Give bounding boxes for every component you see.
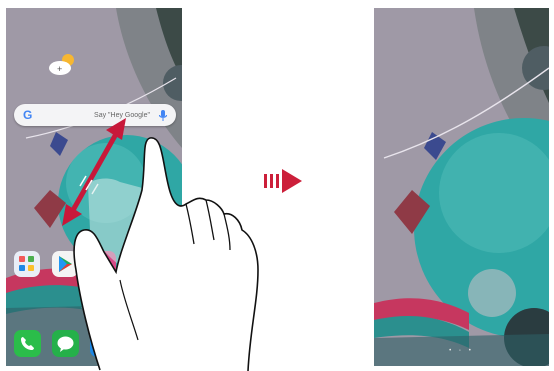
page-indicator: • ◦ • (81, 306, 107, 312)
svg-text:+: + (57, 64, 62, 74)
dock (14, 330, 182, 358)
search-hint: Say "Hey Google" (94, 111, 150, 119)
wallpaper (6, 8, 182, 366)
wallpaper (374, 8, 549, 366)
settings-icon[interactable] (128, 251, 154, 277)
next-arrow-icon (264, 169, 302, 193)
phone-icon[interactable] (14, 330, 41, 357)
weather-icon[interactable]: + (46, 50, 82, 80)
home-app-row (14, 251, 182, 277)
folder-icon[interactable] (14, 251, 40, 277)
gallery-icon[interactable] (128, 330, 155, 357)
home-screen-before: + G Say "Hey Google" • ◦ • (6, 8, 182, 366)
camera-icon[interactable] (90, 330, 117, 357)
mic-icon[interactable] (156, 108, 170, 122)
page-indicator: • ◦ • (449, 348, 474, 354)
google-logo: G (23, 108, 33, 122)
messages-icon[interactable] (52, 330, 79, 357)
play-store-icon[interactable] (52, 251, 78, 277)
home-screen-after: • ◦ • (374, 8, 549, 366)
app-icon[interactable] (90, 251, 116, 277)
google-search-bar[interactable]: G Say "Hey Google" (14, 104, 176, 126)
